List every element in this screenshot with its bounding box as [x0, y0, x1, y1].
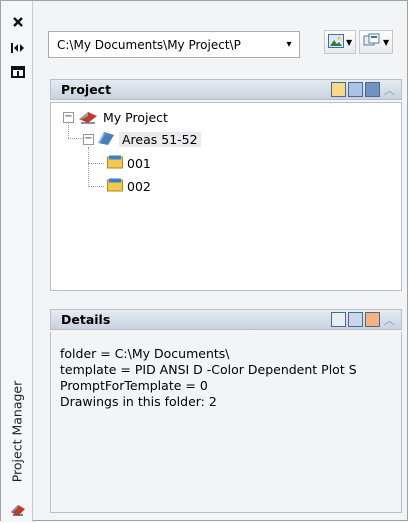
details-view-icon[interactable]: [331, 312, 346, 327]
refresh-icon[interactable]: [365, 82, 380, 97]
project-path-dropdown[interactable]: C:\My Documents\My Project\P ▾: [48, 31, 300, 58]
collapse-chevron-icon[interactable]: ︿: [382, 82, 397, 98]
collapse-tree-icon[interactable]: −: [83, 134, 94, 145]
auto-hide-icon[interactable]: [9, 39, 27, 57]
area-folder-icon: [97, 129, 115, 150]
project-panel-header: Project ︿: [50, 79, 402, 100]
collapse-chevron-icon[interactable]: ︿: [382, 312, 397, 328]
details-line: folder = C:\My Documents\: [60, 346, 230, 361]
tree-node-drawing-folder[interactable]: 002: [107, 177, 151, 195]
palette-title-strip: Project Manager: [1, 1, 33, 522]
plant-logo-icon: [9, 500, 27, 518]
palette-title-text: Project Manager: [9, 380, 25, 482]
details-panel-header: Details ︿: [50, 309, 402, 330]
project-icon: [77, 107, 99, 128]
details-content: folder = C:\My Documents\ template = PID…: [50, 332, 402, 513]
project-panel-title: Project: [61, 82, 112, 97]
tree-node-label: 001: [127, 155, 151, 171]
chevron-down-icon[interactable]: ▾: [279, 39, 299, 50]
drawing-folder-icon: [107, 155, 123, 172]
new-drawing-icon[interactable]: [331, 82, 346, 97]
close-icon[interactable]: [9, 13, 27, 31]
project-tree: − My Project − Areas 51-52 001 002: [50, 102, 402, 291]
copy-drawing-icon[interactable]: [348, 82, 363, 97]
thumbnail-view-icon[interactable]: [365, 312, 380, 327]
image-options-button[interactable]: ▼: [324, 30, 356, 54]
tree-node-drawing-folder[interactable]: 001: [107, 154, 151, 172]
dropdown-arrow-icon[interactable]: ▼: [344, 38, 354, 47]
details-panel-title: Details: [61, 312, 111, 327]
tree-node-area[interactable]: Areas 51-52: [97, 130, 201, 148]
project-options-button[interactable]: ▼: [359, 30, 393, 54]
tree-node-project[interactable]: My Project: [77, 108, 168, 126]
properties-icon[interactable]: [9, 63, 27, 81]
details-line: PromptForTemplate = 0: [60, 378, 208, 393]
project-settings-icon: [363, 33, 381, 52]
preview-view-icon[interactable]: [348, 312, 363, 327]
palette-title: Project Manager: [3, 361, 31, 501]
project-manager-palette: Project Manager C:\My Documents\My Proje…: [0, 0, 408, 522]
project-path-text: C:\My Documents\My Project\P: [57, 37, 241, 52]
tree-node-label: 002: [127, 178, 151, 194]
details-line: template = PID ANSI D -Color Dependent P…: [60, 362, 357, 377]
details-line: Drawings in this folder: 2: [60, 394, 217, 409]
tree-node-label: Areas 51-52: [119, 131, 201, 147]
drawing-folder-icon: [107, 178, 123, 195]
dropdown-arrow-icon[interactable]: ▼: [381, 38, 391, 47]
image-icon: [328, 33, 344, 51]
palette-content: C:\My Documents\My Project\P ▾ ▼ ▼ Proje…: [34, 1, 407, 520]
collapse-tree-icon[interactable]: −: [63, 112, 74, 123]
tree-node-label: My Project: [103, 109, 168, 125]
